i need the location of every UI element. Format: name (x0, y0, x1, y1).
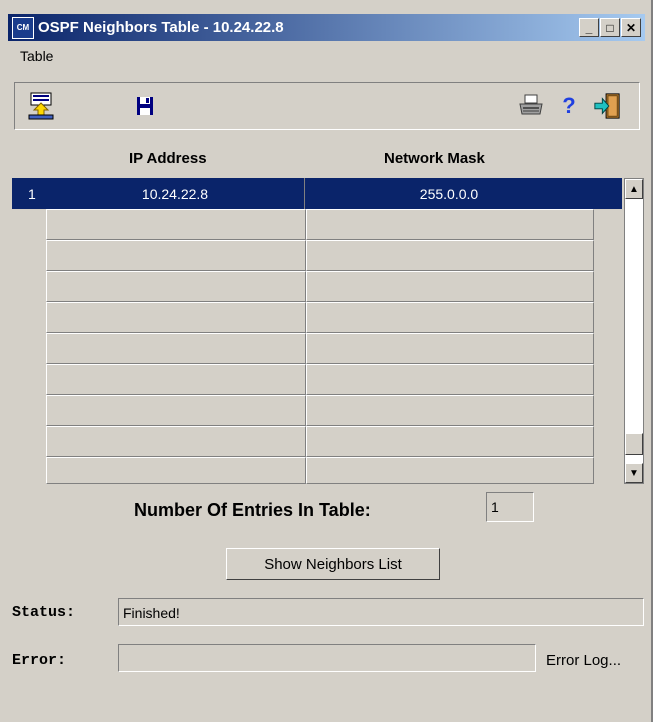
show-neighbors-list-button[interactable]: Show Neighbors List (226, 548, 440, 580)
close-button[interactable]: ✕ (621, 18, 641, 37)
minimize-button[interactable]: _ (579, 18, 599, 37)
neighbors-table: 1 10.24.22.8 255.0.0.0 (12, 178, 622, 484)
menu-table[interactable]: Table (10, 46, 63, 66)
table-cell[interactable] (46, 209, 306, 240)
network-mask-cell[interactable]: 255.0.0.0 (305, 178, 593, 209)
table-cell[interactable] (306, 364, 594, 395)
title-bar[interactable]: CM OSPF Neighbors Table - 10.24.22.8 _ □… (8, 14, 645, 41)
scroll-down-button[interactable]: ▼ (625, 463, 643, 483)
entries-count-label: Number Of Entries In Table: (134, 500, 371, 520)
column-header-ip[interactable]: IP Address (129, 150, 207, 167)
table-row[interactable]: 1 10.24.22.8 255.0.0.0 (12, 178, 622, 209)
entries-count-field: 1 (486, 492, 534, 522)
printer-icon[interactable] (517, 92, 545, 120)
table-cell[interactable] (46, 364, 306, 395)
ospf-neighbors-window: CM OSPF Neighbors Table - 10.24.22.8 _ □… (0, 0, 653, 722)
table-cell[interactable] (306, 426, 594, 457)
error-log-link[interactable]: Error Log... (546, 652, 621, 669)
table-cell[interactable] (306, 240, 594, 271)
row-number: 1 (28, 185, 36, 202)
table-cell[interactable] (306, 333, 594, 364)
table-cell[interactable] (46, 457, 306, 484)
table-cell[interactable] (46, 426, 306, 457)
table-cell[interactable] (306, 457, 594, 484)
app-icon: CM (12, 16, 34, 39)
error-field (118, 644, 536, 672)
ip-address-cell[interactable]: 10.24.22.8 (46, 178, 305, 209)
table-cell[interactable] (46, 395, 306, 426)
table-cell[interactable] (306, 209, 594, 240)
maximize-button[interactable]: □ (600, 18, 620, 37)
vertical-scrollbar[interactable]: ▲ ▼ (624, 178, 644, 484)
table-cell[interactable] (46, 333, 306, 364)
table-cell[interactable] (46, 271, 306, 302)
scroll-thumb[interactable] (625, 433, 643, 455)
column-header-mask[interactable]: Network Mask (384, 150, 485, 167)
toolbar: ? (14, 82, 640, 130)
save-disk-icon[interactable] (131, 92, 159, 120)
table-cell[interactable] (306, 302, 594, 333)
table-cell[interactable] (306, 395, 594, 426)
table-cell[interactable] (46, 302, 306, 333)
menu-bar: Table (10, 48, 63, 70)
status-field: Finished! (118, 598, 644, 626)
scroll-up-button[interactable]: ▲ (625, 179, 643, 199)
status-label: Status: (12, 604, 76, 621)
window-controls: _ □ ✕ (578, 18, 641, 37)
table-cell[interactable] (306, 271, 594, 302)
window-title: OSPF Neighbors Table - 10.24.22.8 (38, 19, 284, 36)
load-table-icon[interactable] (27, 92, 55, 120)
table-cell[interactable] (46, 240, 306, 271)
exit-door-icon[interactable] (593, 92, 621, 120)
error-label: Error: (12, 652, 67, 669)
help-icon[interactable]: ? (555, 92, 583, 120)
